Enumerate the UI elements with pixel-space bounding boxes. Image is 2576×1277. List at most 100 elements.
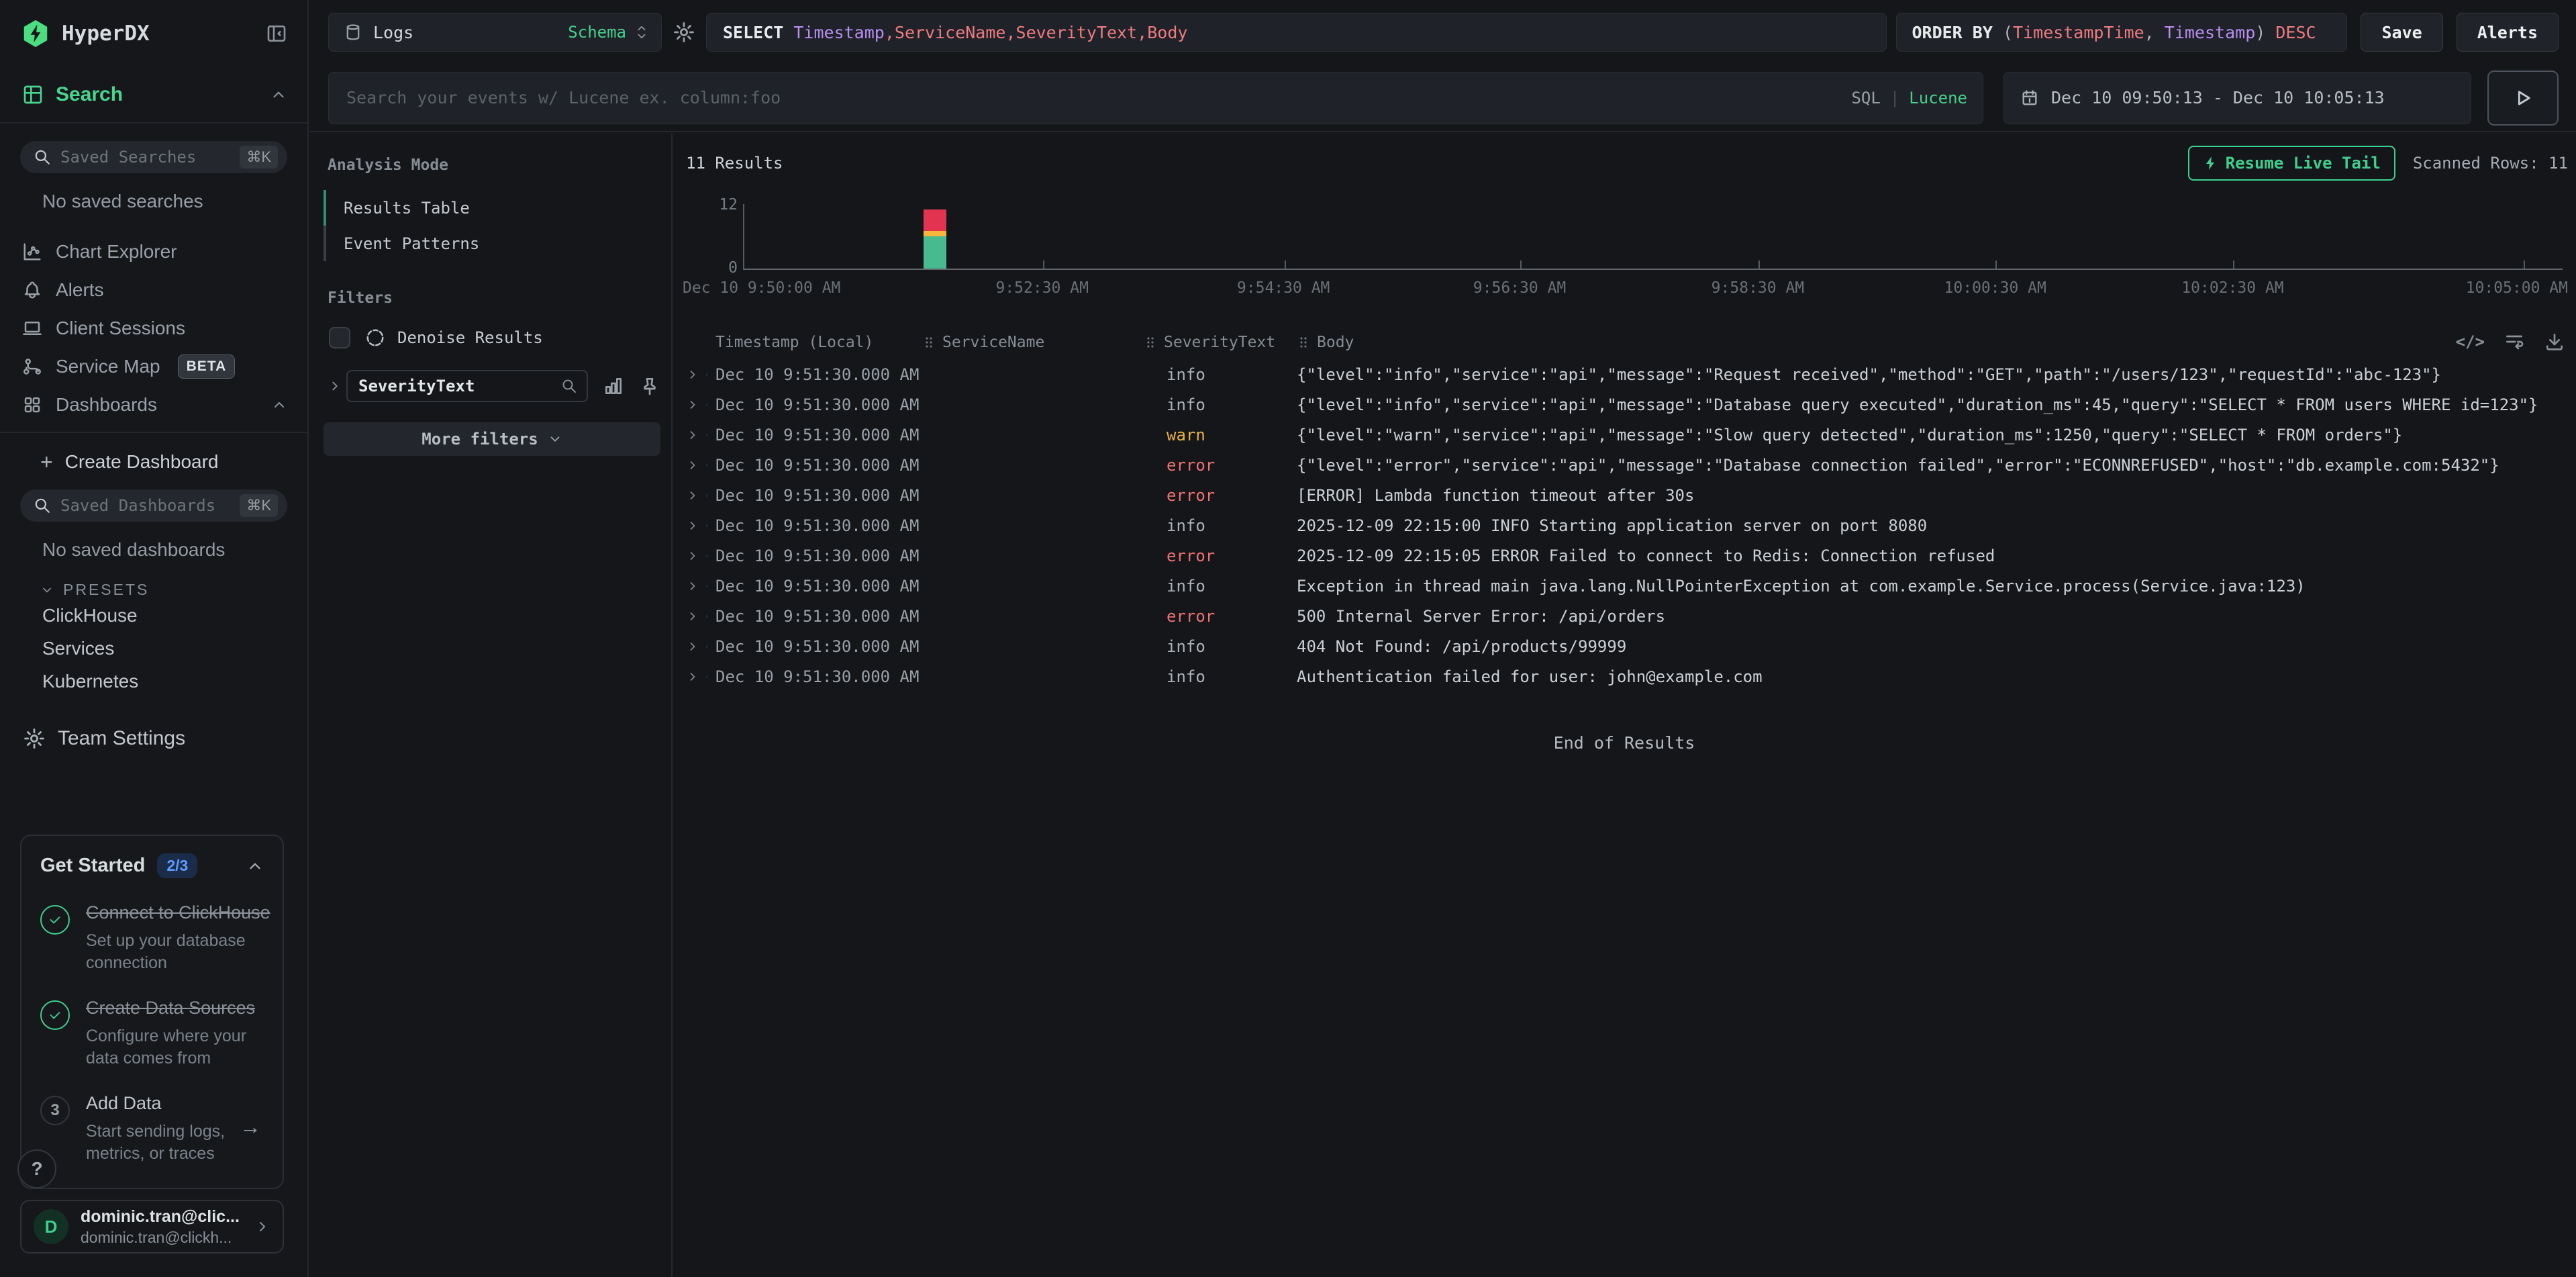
sidebar-item-dashboards[interactable]: Dashboards (0, 385, 307, 424)
chevron-down-icon (40, 583, 54, 597)
row-body: 2025-12-09 22:15:05 ERROR Failed to conn… (1297, 547, 2576, 565)
preset-services[interactable]: Services (0, 632, 307, 665)
order-by-input[interactable]: ORDER BY (TimestampTime, Timestamp) DESC (1896, 13, 2347, 52)
sql-toggle[interactable]: SQL (1851, 89, 1880, 107)
pin-icon[interactable] (639, 375, 660, 397)
more-filters-label: More filters (422, 430, 538, 448)
bar-chart-icon[interactable] (603, 375, 624, 397)
sidebar-item-client-sessions[interactable]: Client Sessions (0, 309, 307, 347)
x-axis-label: 9:56:30 AM (1473, 279, 1566, 297)
severity-filter-row: SeverityText (324, 370, 660, 402)
row-severity: info (1144, 637, 1297, 656)
sidebar-item-service-map[interactable]: Service Map BETA (0, 347, 307, 385)
preset-clickhouse[interactable]: ClickHouse (0, 599, 307, 632)
more-filters-button[interactable]: More filters (324, 422, 660, 456)
column-header-servicename[interactable]: ServiceName (922, 334, 1144, 351)
help-button[interactable]: ? (17, 1149, 56, 1188)
select-query-tokens: SELECT Timestamp,ServiceName,SeverityTex… (723, 23, 1187, 42)
text-wrap-icon[interactable] (2504, 331, 2525, 352)
chevron-up-icon[interactable] (246, 857, 264, 875)
alerts-button[interactable]: Alerts (2457, 13, 2559, 52)
chevron-right-icon[interactable] (328, 379, 342, 393)
row-expand-icon[interactable] (686, 368, 699, 381)
row-expand-icon[interactable] (686, 610, 699, 623)
user-account-button[interactable]: D dominic.tran@clic... dominic.tran@clic… (20, 1200, 284, 1254)
chart-plot[interactable]: 12 0 (743, 204, 2563, 270)
row-expand-icon[interactable] (686, 640, 699, 653)
plus-icon: + (40, 450, 53, 475)
chevron-up-icon[interactable] (271, 397, 287, 413)
table-row[interactable]: Dec 10 9:51:30.000 AMerror{"level":"erro… (673, 450, 2576, 480)
table-row[interactable]: Dec 10 9:51:30.000 AMerror500 Internal S… (673, 601, 2576, 631)
nav-label: Chart Explorer (56, 241, 177, 263)
lucene-toggle[interactable]: Lucene (1909, 89, 1967, 107)
get-started-step-add-data[interactable]: 3 Add Data Start sending logs, metrics, … (40, 1092, 264, 1164)
get-started-title: Get Started (40, 855, 145, 877)
x-axis-label: 9:52:30 AM (995, 279, 1088, 297)
save-button[interactable]: Save (2361, 13, 2442, 52)
download-icon[interactable] (2544, 331, 2565, 352)
row-expand-icon[interactable] (686, 519, 699, 532)
code-view-icon[interactable]: </> (2456, 331, 2485, 352)
table-row[interactable]: Dec 10 9:51:30.000 AMinfoException in th… (673, 571, 2576, 601)
denoise-checkbox[interactable] (329, 327, 350, 348)
select-query-input[interactable]: SELECT Timestamp,ServiceName,SeverityTex… (706, 13, 1887, 52)
x-axis-label: 10:02:30 AM (2181, 279, 2283, 297)
stacked-bar[interactable] (924, 204, 946, 269)
column-header-severitytext[interactable]: SeverityText (1144, 334, 1297, 351)
nav-label: Dashboards (56, 394, 157, 416)
row-timestamp: Dec 10 9:51:30.000 AM (715, 486, 922, 505)
table-row[interactable]: Dec 10 9:51:30.000 AM error2025-12-09 22:… (673, 540, 2576, 571)
chevron-up-icon[interactable] (270, 86, 287, 103)
resume-live-tail-button[interactable]: Resume Live Tail (2188, 146, 2395, 181)
collapse-sidebar-icon[interactable] (266, 23, 287, 44)
source-select[interactable]: Logs Schema (328, 13, 662, 52)
row-severity: error (1144, 547, 1297, 565)
table-row[interactable]: Dec 10 9:51:30.000 AMinfo2025-12-09 22:1… (673, 510, 2576, 540)
row-body: {"level":"info","service":"api","message… (1297, 365, 2576, 384)
mode-event-patterns[interactable]: Event Patterns (324, 226, 660, 261)
sidebar-item-team-settings[interactable]: Team Settings (0, 727, 307, 750)
preset-kubernetes[interactable]: Kubernetes (0, 665, 307, 698)
mode-results-table[interactable]: Results Table (324, 190, 660, 226)
drag-handle-icon[interactable] (1144, 334, 1157, 350)
severity-filter-input[interactable]: SeverityText (346, 370, 588, 402)
run-query-button[interactable] (2487, 70, 2559, 126)
presets-toggle[interactable]: PRESETS (40, 581, 307, 599)
table-row[interactable]: Dec 10 9:51:30.000 AMwarn{"level":"warn"… (673, 420, 2576, 450)
sidebar-item-search[interactable]: Search (0, 67, 307, 124)
row-expand-icon[interactable] (686, 398, 699, 412)
results-area: 11 Results Resume Live Tail Scanned Rows… (673, 134, 2576, 1277)
table-row[interactable]: Dec 10 9:51:30.000 AMerror[ERROR] Lambda… (673, 480, 2576, 510)
column-header-body[interactable]: Body (1297, 334, 2576, 351)
row-expand-icon[interactable] (686, 670, 699, 683)
drag-handle-icon[interactable] (922, 334, 936, 350)
get-started-step-connect[interactable]: Connect to ClickHouse Set up your databa… (40, 901, 264, 974)
table-row[interactable]: Dec 10 9:51:30.000 AMinfo{"level":"info"… (673, 389, 2576, 420)
user-email: dominic.tran@clickh... (81, 1229, 240, 1247)
row-expand-icon[interactable] (686, 489, 699, 502)
search-input[interactable] (328, 72, 1983, 124)
row-expand-icon[interactable] (686, 459, 699, 472)
table-row[interactable]: Dec 10 9:51:30.000 AMinfoAuthentication … (673, 661, 2576, 692)
hyperdx-logo-icon (20, 18, 51, 49)
time-range-picker[interactable]: Dec 10 09:50:13 - Dec 10 10:05:13 (2003, 72, 2471, 124)
column-header-timestamp[interactable]: Timestamp (Local) (715, 334, 922, 351)
table-row[interactable]: Dec 10 9:51:30.000 AMinfo{"level":"info"… (673, 359, 2576, 389)
sidebar-item-chart-explorer[interactable]: Chart Explorer (0, 232, 307, 271)
create-dashboard-button[interactable]: + Create Dashboard (0, 441, 307, 483)
row-expand-icon[interactable] (686, 549, 699, 563)
end-of-results-label: End of Results (673, 733, 2576, 753)
source-settings-gear-icon[interactable] (673, 21, 695, 44)
saved-dashboards-input[interactable]: Saved Dashboards ⌘K (20, 489, 287, 522)
saved-searches-input[interactable]: Saved Searches ⌘K (20, 141, 287, 173)
step-title: Add Data (86, 1092, 287, 1115)
sidebar-item-alerts[interactable]: Alerts (0, 271, 307, 309)
get-started-step-sources[interactable]: Create Data Sources Configure where your… (40, 996, 264, 1069)
drag-handle-icon[interactable] (1297, 334, 1310, 350)
time-range-value: Dec 10 09:50:13 - Dec 10 10:05:13 (2051, 88, 2385, 107)
table-row[interactable]: Dec 10 9:51:30.000 AMinfo404 Not Found: … (673, 631, 2576, 661)
row-timestamp: Dec 10 9:51:30.000 AM (715, 547, 922, 565)
row-expand-icon[interactable] (686, 579, 699, 593)
row-expand-icon[interactable] (686, 428, 699, 442)
